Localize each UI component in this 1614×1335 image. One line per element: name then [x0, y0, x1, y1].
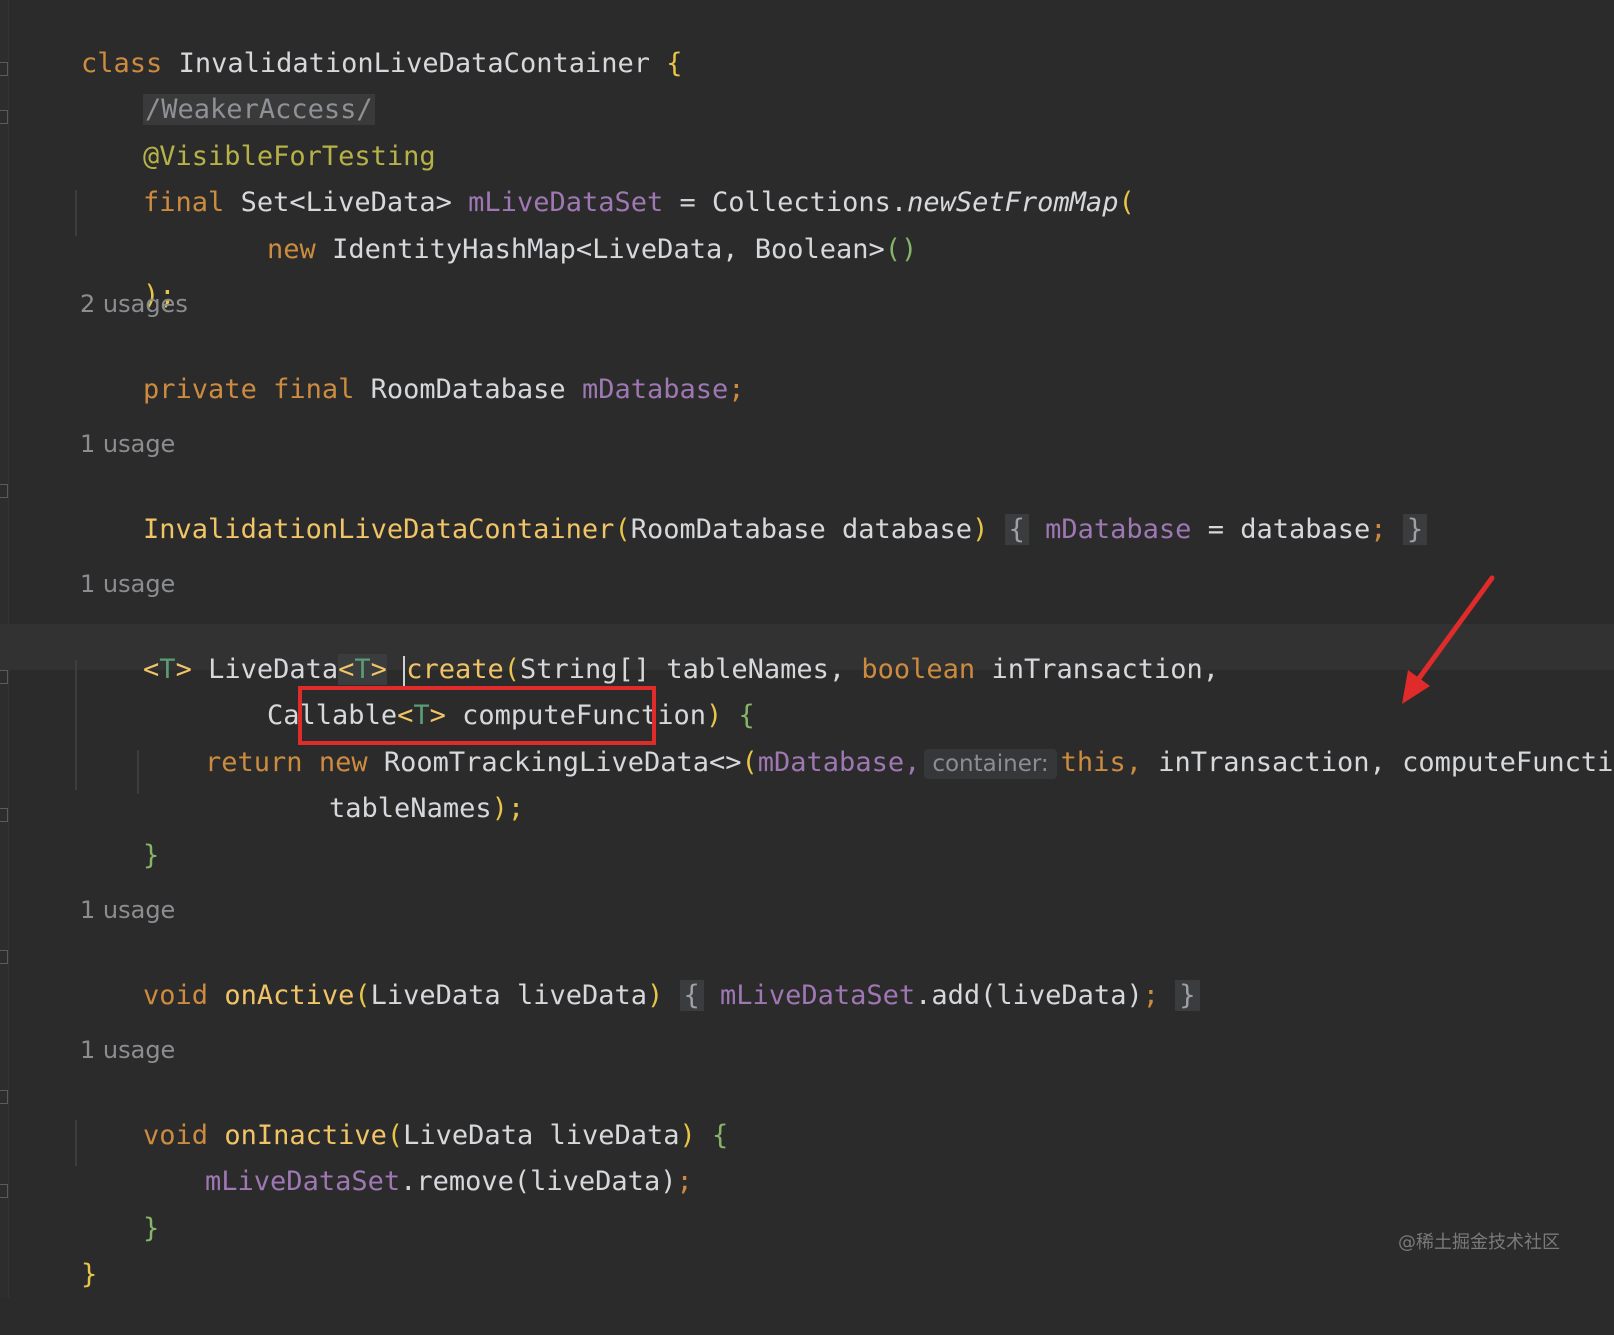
- code-line-6[interactable]: );: [78, 236, 176, 311]
- usages-hint[interactable]: 1 usage: [80, 895, 175, 925]
- code-line-22[interactable]: }: [78, 1169, 159, 1244]
- red-arrow-icon: [1402, 575, 1495, 704]
- arg-compute-function: computeFunction,: [1402, 747, 1614, 778]
- method-new-set-from-map: newSetFromMap: [907, 187, 1119, 218]
- semicolon: ;: [1142, 980, 1159, 1011]
- code-editor[interactable]: class InvalidationLiveDataContainer { /W…: [0, 0, 1614, 1298]
- brace-close: }: [143, 1213, 160, 1244]
- code-line-20[interactable]: void onInactive(LiveData liveData) {: [78, 1076, 728, 1151]
- code-line-12[interactable]: <T> LiveData<T> create(String[] tableNam…: [78, 610, 1219, 686]
- fold-marker-icon[interactable]: [0, 484, 8, 498]
- fold-marker-icon[interactable]: [0, 62, 8, 76]
- indent-guide: [137, 750, 139, 794]
- code-line-8[interactable]: private final RoomDatabase mDatabase;: [78, 330, 745, 405]
- fold-marker-icon[interactable]: [0, 1090, 8, 1104]
- code-line-15[interactable]: tableNames);: [264, 749, 524, 824]
- code-line-10[interactable]: InvalidationLiveDataContainer(RoomDataba…: [78, 470, 1428, 545]
- param-name-hint: container:: [924, 749, 1057, 779]
- usages-hint[interactable]: 1 usage: [80, 1035, 175, 1065]
- keyword-boolean: boolean: [861, 654, 976, 685]
- folded-brace-close[interactable]: }: [1402, 514, 1428, 545]
- arg-in-transaction: inTransaction,: [1158, 747, 1386, 778]
- code-line-5[interactable]: new IdentityHashMap<LiveData, Boolean>(): [202, 190, 917, 265]
- fold-marker-icon[interactable]: [0, 950, 8, 964]
- keyword-private-final: private final: [143, 374, 355, 405]
- assignment: = database: [1207, 514, 1371, 545]
- paren-close: );: [491, 793, 525, 824]
- field-database: mDatabase: [581, 374, 729, 405]
- fold-marker-icon[interactable]: [0, 670, 8, 684]
- folded-brace-open[interactable]: {: [679, 980, 704, 1011]
- usages-hint[interactable]: 1 usage: [80, 429, 175, 459]
- field-live-data-set: mLiveDataSet: [720, 980, 916, 1011]
- arg-table-names: tableNames: [329, 793, 492, 824]
- class-brace-close: }: [81, 1259, 98, 1290]
- code-line-21[interactable]: mLiveDataSet.remove(liveData);: [140, 1122, 693, 1197]
- keyword-void: void: [143, 980, 209, 1011]
- folded-brace-open[interactable]: {: [1004, 514, 1029, 545]
- call-add: .add(liveData): [915, 980, 1143, 1011]
- fold-marker-icon[interactable]: [0, 1184, 8, 1198]
- brace-close: }: [143, 840, 160, 871]
- code-line-18[interactable]: void onActive(LiveData liveData) { mLive…: [78, 936, 1200, 1011]
- code-line-2[interactable]: /WeakerAccess/: [78, 50, 375, 125]
- folded-brace-close[interactable]: }: [1175, 980, 1200, 1011]
- generic-open: <: [143, 654, 160, 685]
- indent-guide: [75, 190, 77, 236]
- constructor-name: InvalidationLiveDataContainer: [143, 514, 615, 545]
- call-remove: .remove(liveData): [400, 1166, 677, 1197]
- brace: {: [666, 48, 683, 79]
- param-live-data: LiveData liveData: [370, 980, 647, 1011]
- semicolon: ;: [676, 1166, 693, 1197]
- param-in-transaction: inTransaction,: [991, 654, 1220, 685]
- code-line-16[interactable]: }: [78, 796, 159, 871]
- code-line-23[interactable]: }: [16, 1215, 97, 1290]
- field-live-data-set: mLiveDataSet: [205, 1166, 401, 1197]
- indent-guide: [75, 1120, 77, 1166]
- field-database: mDatabase: [1045, 514, 1192, 545]
- fold-marker-icon[interactable]: [0, 808, 8, 822]
- paren: (): [884, 234, 918, 265]
- type-room-database: RoomDatabase: [370, 374, 566, 405]
- arg-database: mDatabase,: [757, 747, 921, 778]
- brace-open: {: [712, 1120, 729, 1151]
- code-line-3[interactable]: @VisibleForTesting: [78, 97, 436, 172]
- keyword-this: this,: [1060, 747, 1142, 778]
- semicolon: ;: [1370, 514, 1387, 545]
- generic-close: >: [175, 654, 192, 685]
- type-identity-hash-map: IdentityHashMap<LiveData, Boolean>: [332, 234, 885, 265]
- method-on-active: onActive: [224, 980, 355, 1011]
- usages-hint[interactable]: 2 usages: [80, 289, 188, 319]
- generic-type-t: T: [159, 654, 176, 685]
- indent-guide: [75, 660, 77, 790]
- watermark: @稀土掘金技术社区: [1398, 1232, 1560, 1253]
- paren: (: [1118, 187, 1135, 218]
- fold-marker-icon[interactable]: [0, 110, 8, 124]
- keyword-new: new: [267, 234, 316, 265]
- usages-hint[interactable]: 1 usage: [80, 569, 175, 599]
- highlight-box-room-tracking: [298, 686, 656, 745]
- code-line-1[interactable]: class InvalidationLiveDataContainer {: [16, 4, 682, 79]
- semicolon: ;: [728, 374, 745, 405]
- code-line-4[interactable]: final Set<LiveData> mLiveDataSet = Colle…: [78, 143, 1135, 218]
- constructor-params: RoomDatabase database: [630, 514, 973, 545]
